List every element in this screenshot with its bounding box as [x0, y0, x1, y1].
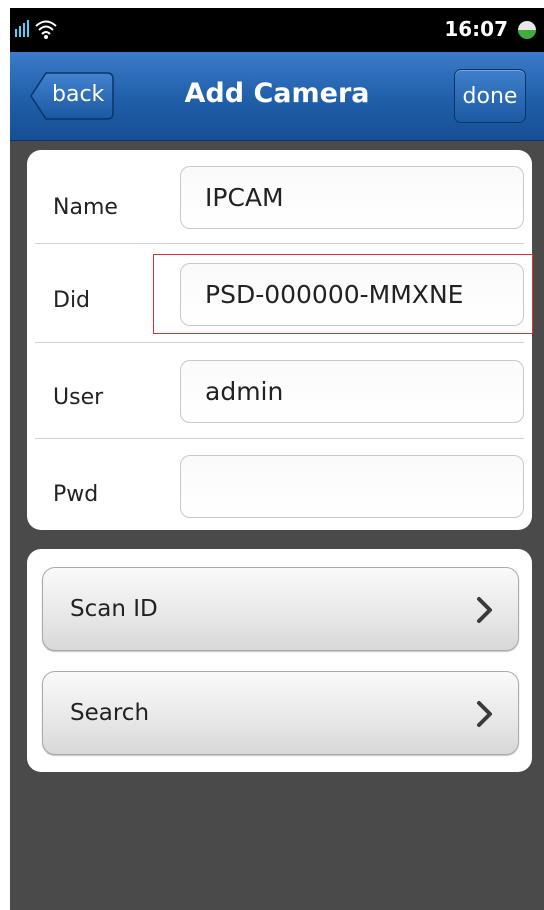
chevron-right-icon: [477, 597, 492, 623]
did-label: Did: [53, 288, 91, 313]
pwd-field[interactable]: [180, 455, 524, 518]
signal-icon: [15, 20, 29, 37]
scan-id-label: Scan ID: [70, 596, 158, 622]
actions-card: Scan ID Search: [27, 549, 532, 772]
user-label: User: [53, 385, 104, 410]
camera-form: Name Did User Pwd: [27, 150, 533, 530]
wifi-icon: [35, 20, 57, 39]
name-field[interactable]: [180, 166, 524, 229]
phone-screen: 16:07 back Add Camera done Name IPCAM Di…: [10, 8, 544, 910]
battery-icon: [518, 21, 536, 39]
form-row-pwd: Pwd: [27, 439, 532, 534]
name-label: Name: [53, 195, 118, 220]
form-row-name: Name: [27, 150, 532, 245]
status-time: 16:07: [444, 17, 508, 41]
chevron-right-icon: [477, 701, 492, 727]
did-field[interactable]: [180, 263, 524, 326]
form-row-user: User: [27, 343, 532, 438]
scan-id-button[interactable]: Scan ID: [42, 567, 519, 651]
search-label: Search: [70, 700, 150, 726]
status-bar: 16:07: [10, 8, 544, 52]
form-row-did: Did: [27, 244, 532, 339]
search-button[interactable]: Search: [42, 671, 519, 755]
navigation-bar: back Add Camera done: [10, 52, 544, 141]
pwd-label: Pwd: [53, 482, 99, 507]
content-area: Name Did User Pwd Scan ID: [10, 141, 544, 910]
done-button[interactable]: done: [454, 69, 526, 123]
user-field[interactable]: [180, 360, 524, 423]
